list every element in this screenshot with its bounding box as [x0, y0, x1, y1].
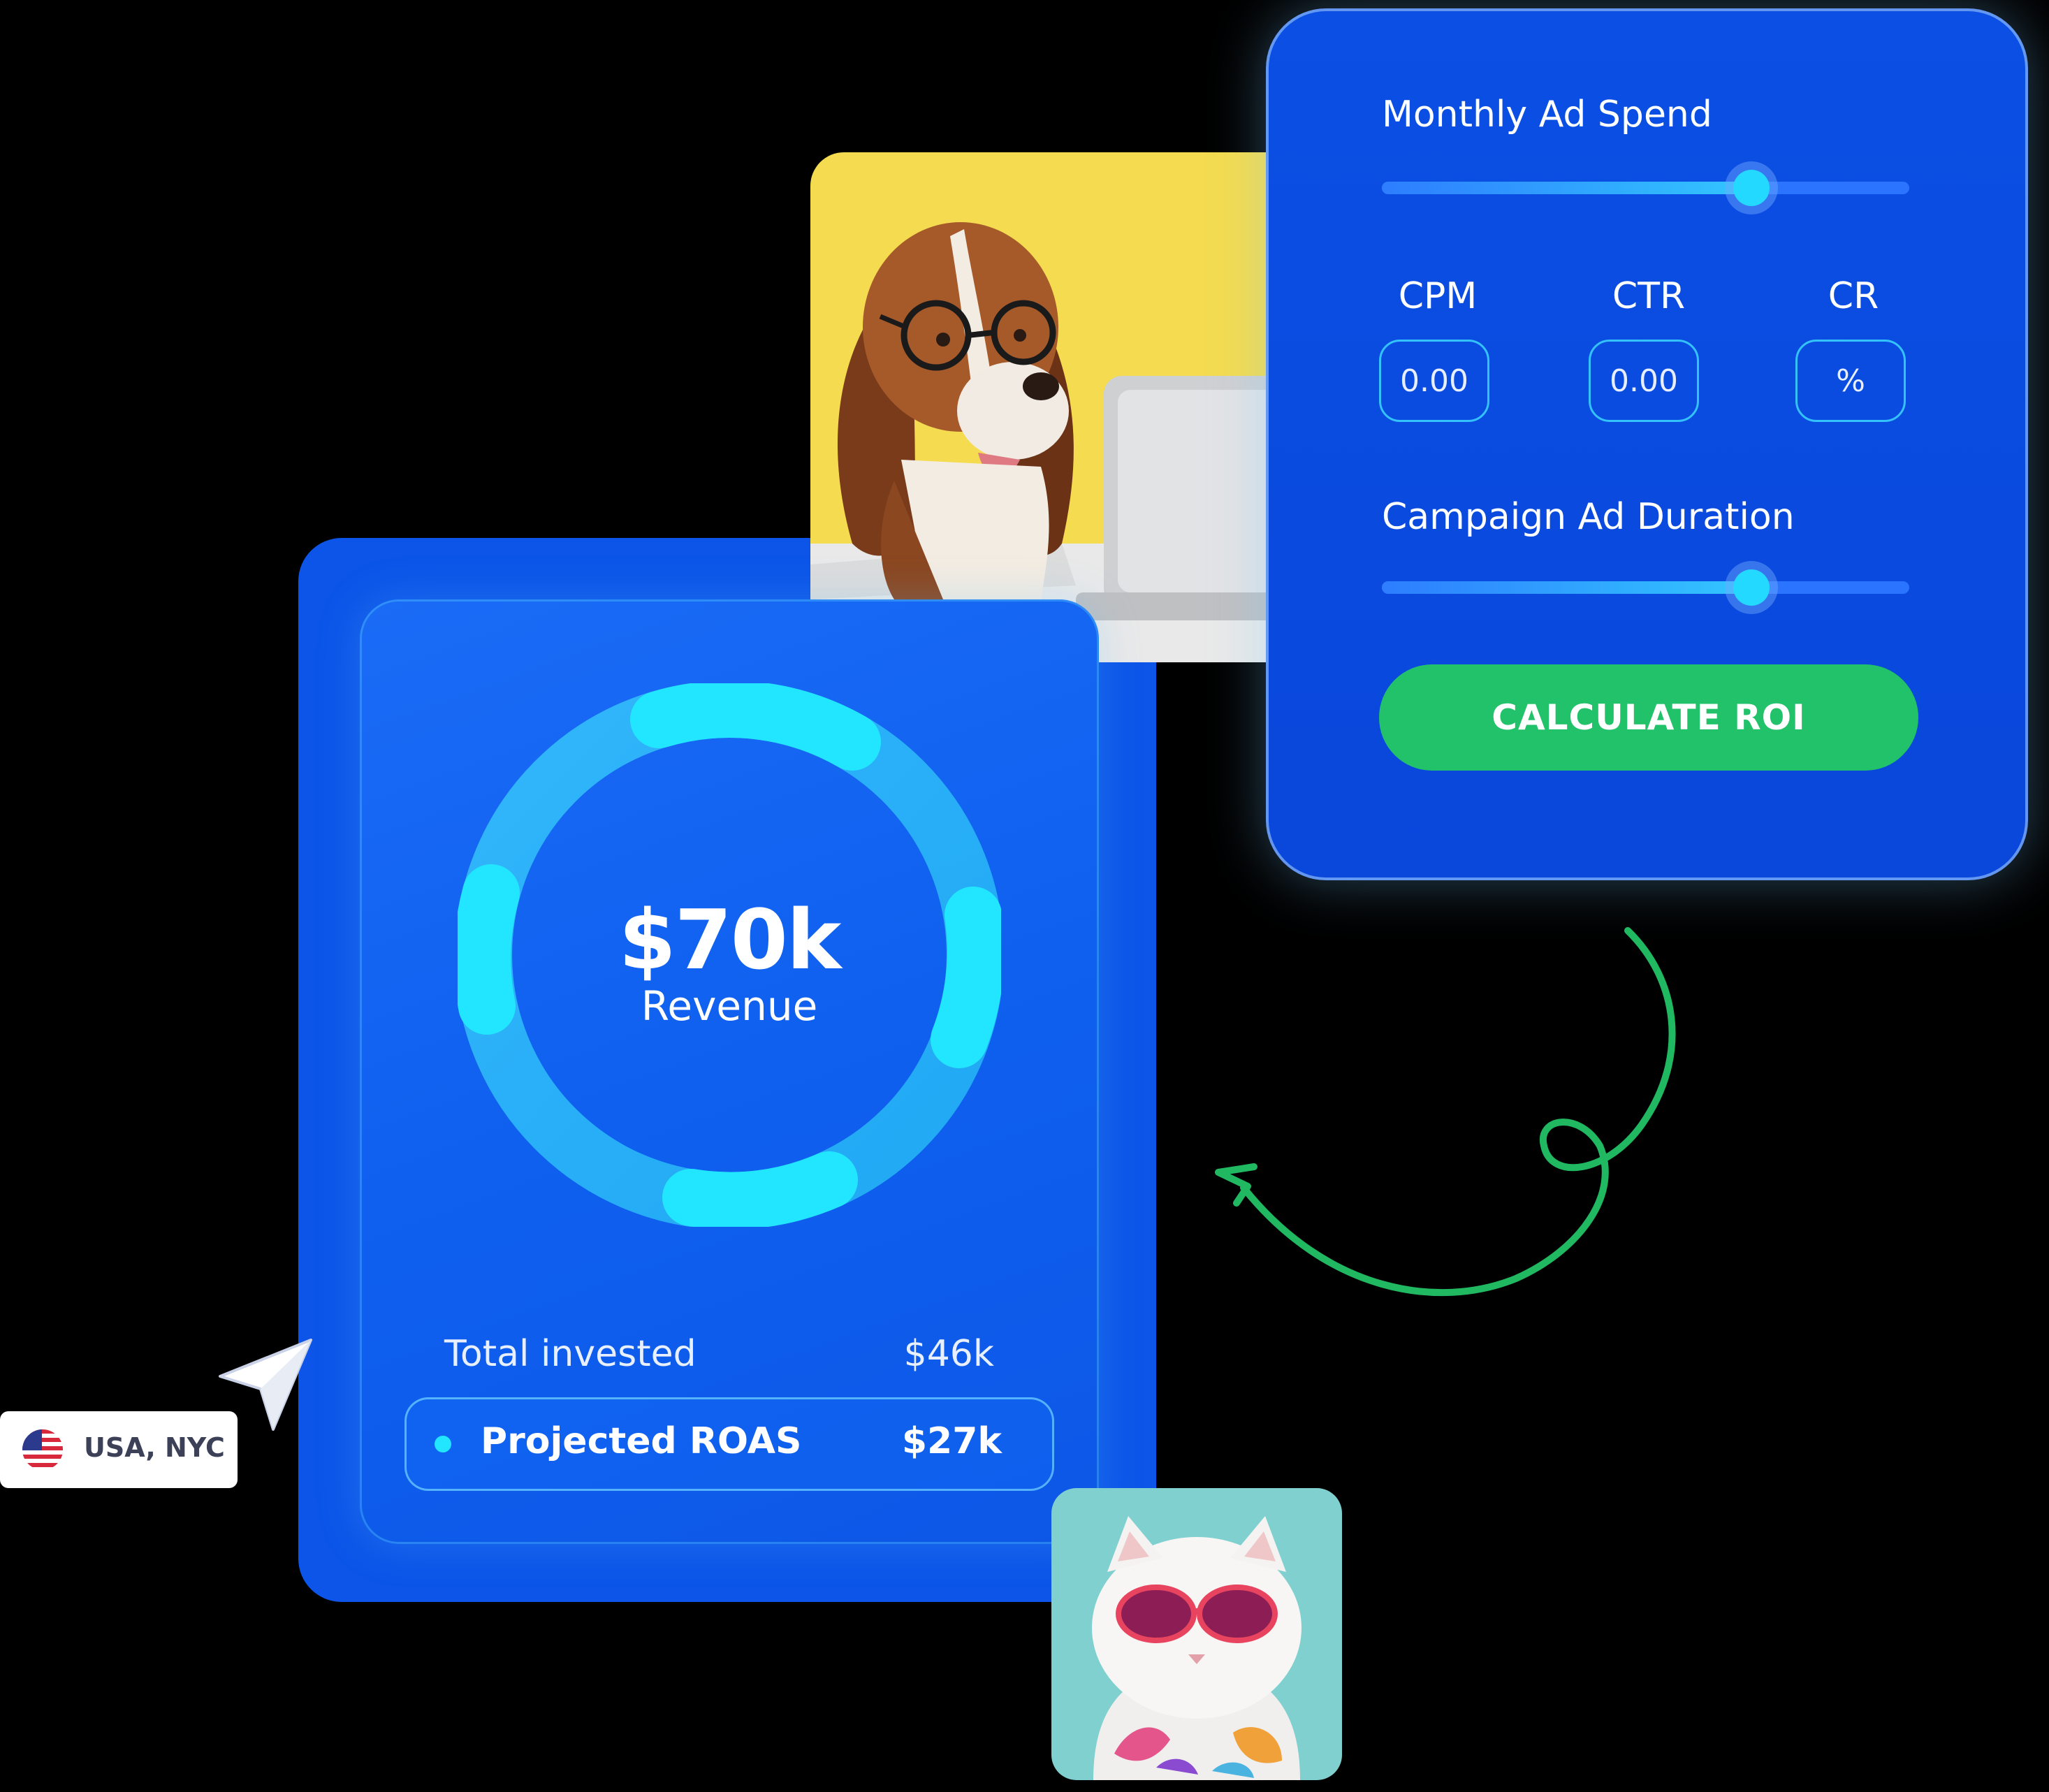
location-label: USA, NYC	[84, 1432, 225, 1463]
ctr-input[interactable]	[1589, 340, 1699, 422]
projected-roas-value: $27k	[901, 1420, 1002, 1462]
location-tag: USA, NYC	[0, 1411, 238, 1488]
roi-calculator-card: Monthly Ad Spend CPM CTR CR Campaign Ad …	[1266, 8, 2028, 880]
dog-photo	[810, 152, 1299, 662]
ad-spend-slider-thumb[interactable]	[1733, 170, 1770, 206]
monthly-ad-spend-slider[interactable]	[1382, 170, 1909, 206]
duration-slider-fill	[1382, 581, 1751, 594]
projected-roas-label: Projected ROAS	[481, 1420, 802, 1462]
cr-label: CR	[1828, 275, 1879, 317]
roas-bullet-icon	[435, 1436, 451, 1452]
total-invested-value: $46k	[903, 1333, 994, 1375]
projected-roas-row: Projected ROAS $27k	[404, 1397, 1054, 1491]
curly-arrow-icon	[1215, 927, 1676, 1297]
revenue-label: Revenue	[641, 982, 818, 1030]
revenue-value: $70k	[618, 891, 842, 988]
cat-photo	[1051, 1488, 1342, 1780]
ctr-label: CTR	[1612, 275, 1686, 317]
revenue-result-card: $70k Revenue Total invested $46k Project…	[360, 599, 1099, 1544]
cpm-input[interactable]	[1379, 340, 1489, 422]
ad-spend-slider-fill	[1382, 182, 1751, 194]
monthly-ad-spend-label: Monthly Ad Spend	[1382, 94, 1712, 136]
duration-slider-thumb[interactable]	[1733, 569, 1770, 606]
campaign-ad-duration-slider[interactable]	[1382, 569, 1909, 606]
cpm-label: CPM	[1398, 275, 1478, 317]
cr-input[interactable]	[1795, 340, 1906, 422]
usa-flag-icon	[22, 1429, 63, 1470]
total-invested-label: Total invested	[444, 1333, 697, 1375]
calculate-roi-button[interactable]: CALCULATE ROI	[1379, 664, 1918, 771]
campaign-ad-duration-label: Campaign Ad Duration	[1382, 496, 1795, 538]
